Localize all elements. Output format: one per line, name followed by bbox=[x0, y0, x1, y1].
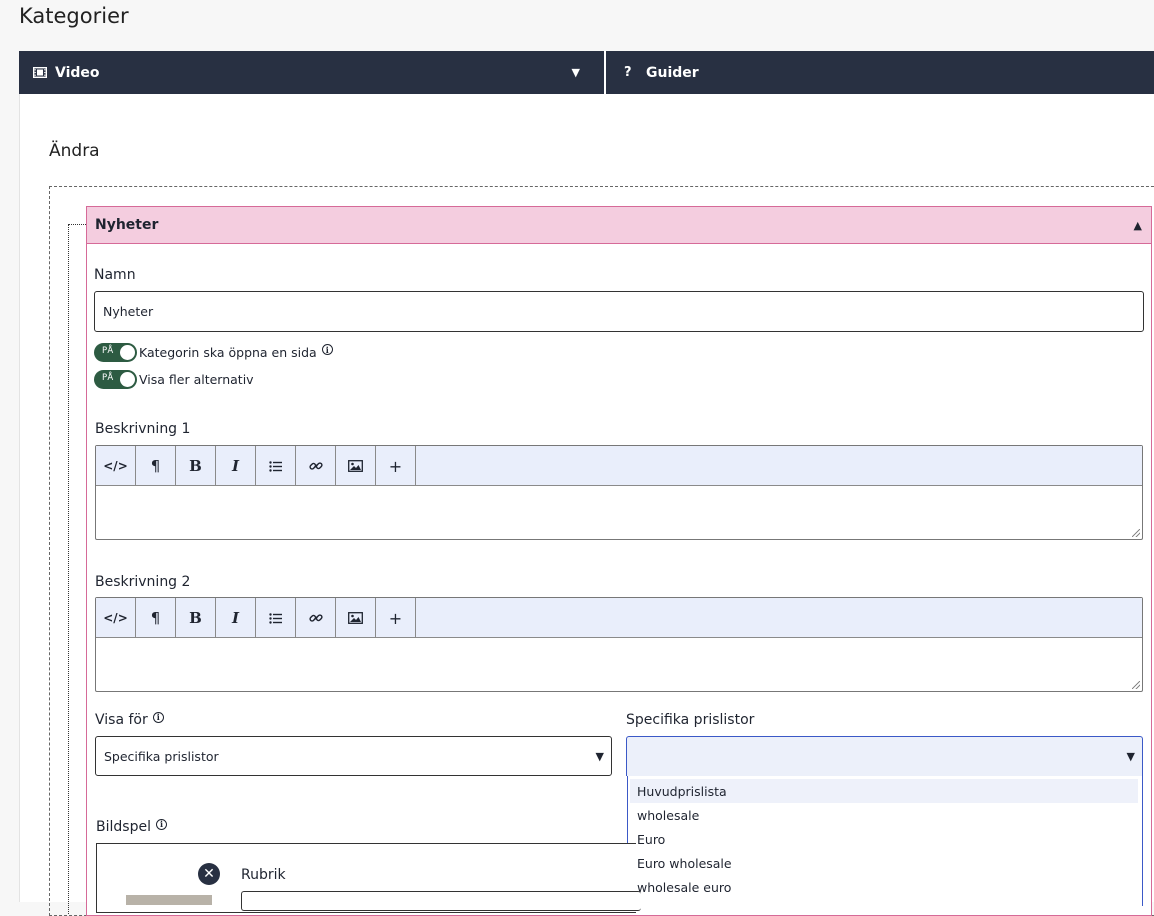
more-options-toggle[interactable]: PÅ bbox=[94, 370, 137, 389]
page-title: Kategorier bbox=[19, 4, 129, 28]
link-icon[interactable] bbox=[296, 598, 336, 638]
italic-icon[interactable]: I bbox=[216, 446, 256, 486]
paragraph-icon[interactable]: ¶ bbox=[136, 446, 176, 486]
toggle-row-open-page: PÅ Kategorin ska öppna en sida i bbox=[94, 343, 333, 362]
code-icon[interactable]: </> bbox=[96, 598, 136, 638]
toggle-row-more-options: PÅ Visa fler alternativ bbox=[94, 370, 254, 389]
editor-text-area[interactable] bbox=[96, 638, 1142, 691]
dropdown-option[interactable]: Euro bbox=[630, 827, 1138, 851]
editor-toolbar: </> ¶ B I + bbox=[96, 446, 1142, 486]
dropdown-option[interactable]: Huvudprislista bbox=[630, 779, 1138, 803]
dropdown-option[interactable]: Euro wholesale bbox=[630, 851, 1138, 875]
editor-toolbar: </> ¶ B I + bbox=[96, 598, 1142, 638]
rubrik-field[interactable] bbox=[241, 891, 641, 911]
more-options-label: Visa fler alternativ bbox=[139, 372, 254, 387]
tab-guider-label: Guider bbox=[646, 64, 699, 81]
visa-for-select[interactable]: Specifika prislistor ▼ bbox=[95, 736, 612, 776]
pricelists-dropdown: Huvudprislista wholesale Euro Euro whole… bbox=[627, 776, 1143, 906]
category-title: Nyheter bbox=[95, 217, 159, 233]
info-icon[interactable]: i bbox=[152, 711, 164, 723]
toggle-state-label: PÅ bbox=[102, 346, 114, 356]
film-icon bbox=[33, 67, 47, 79]
info-icon[interactable]: i bbox=[155, 818, 167, 830]
open-page-label: Kategorin ska öppna en sida bbox=[139, 345, 317, 360]
toggle-knob bbox=[120, 372, 135, 387]
plus-icon[interactable]: + bbox=[376, 598, 416, 638]
tab-guider[interactable]: ? Guider bbox=[606, 51, 1154, 94]
visa-for-label: Visa för bbox=[95, 712, 148, 728]
question-icon: ? bbox=[624, 65, 632, 80]
category-card-header[interactable]: Nyheter ▲ bbox=[86, 206, 1152, 244]
pricelists-label: Specifika prislistor bbox=[626, 712, 755, 728]
description-1-editor: </> ¶ B I + bbox=[95, 445, 1143, 540]
slide-thumbnail[interactable] bbox=[126, 895, 212, 905]
pricelists-select[interactable]: ▼ bbox=[626, 736, 1143, 776]
bold-icon[interactable]: B bbox=[176, 446, 216, 486]
visa-for-value: Specifika prislistor bbox=[104, 748, 219, 764]
bold-icon[interactable]: B bbox=[176, 598, 216, 638]
description-2-editor: </> ¶ B I + bbox=[95, 597, 1143, 692]
paragraph-icon[interactable]: ¶ bbox=[136, 598, 176, 638]
dropdown-option[interactable]: wholesale bbox=[630, 803, 1138, 827]
section-heading: Ändra bbox=[49, 141, 100, 161]
close-icon[interactable]: ✕ bbox=[198, 863, 220, 885]
toggle-state-label: PÅ bbox=[102, 373, 114, 383]
italic-icon[interactable]: I bbox=[216, 598, 256, 638]
toggle-knob bbox=[120, 345, 135, 360]
chevron-down-icon: ▼ bbox=[595, 750, 604, 763]
image-icon[interactable] bbox=[336, 598, 376, 638]
slideshow-label: Bildspel bbox=[96, 819, 151, 835]
list-icon[interactable] bbox=[256, 598, 296, 638]
editor-text-area[interactable] bbox=[96, 486, 1142, 539]
tab-video-label: Video bbox=[55, 64, 100, 81]
description-2-label: Beskrivning 2 bbox=[95, 574, 191, 590]
resize-grip-icon[interactable] bbox=[1132, 529, 1140, 537]
slideshow-label-row: Bildspel i bbox=[96, 818, 167, 835]
image-icon[interactable] bbox=[336, 446, 376, 486]
chevron-down-icon[interactable]: ▼ bbox=[572, 66, 580, 79]
plus-icon[interactable]: + bbox=[376, 446, 416, 486]
info-icon[interactable]: i bbox=[321, 344, 333, 355]
name-label: Namn bbox=[94, 267, 136, 283]
code-icon[interactable]: </> bbox=[96, 446, 136, 486]
dropdown-option[interactable]: wholesale euro bbox=[630, 875, 1138, 899]
top-tabbar: Video ▼ ? Guider bbox=[19, 51, 1154, 94]
resize-grip-icon[interactable] bbox=[1132, 681, 1140, 689]
name-field[interactable] bbox=[94, 291, 1144, 332]
list-icon[interactable] bbox=[256, 446, 296, 486]
chevron-up-icon[interactable]: ▲ bbox=[1134, 219, 1142, 232]
open-page-toggle[interactable]: PÅ bbox=[94, 343, 137, 362]
tree-connector bbox=[68, 224, 88, 914]
visa-for-label-row: Visa för i bbox=[95, 711, 164, 728]
description-1-label: Beskrivning 1 bbox=[95, 421, 191, 437]
tab-video[interactable]: Video ▼ bbox=[19, 51, 606, 94]
chevron-down-icon: ▼ bbox=[1126, 750, 1135, 763]
rubrik-label: Rubrik bbox=[241, 867, 286, 883]
link-icon[interactable] bbox=[296, 446, 336, 486]
